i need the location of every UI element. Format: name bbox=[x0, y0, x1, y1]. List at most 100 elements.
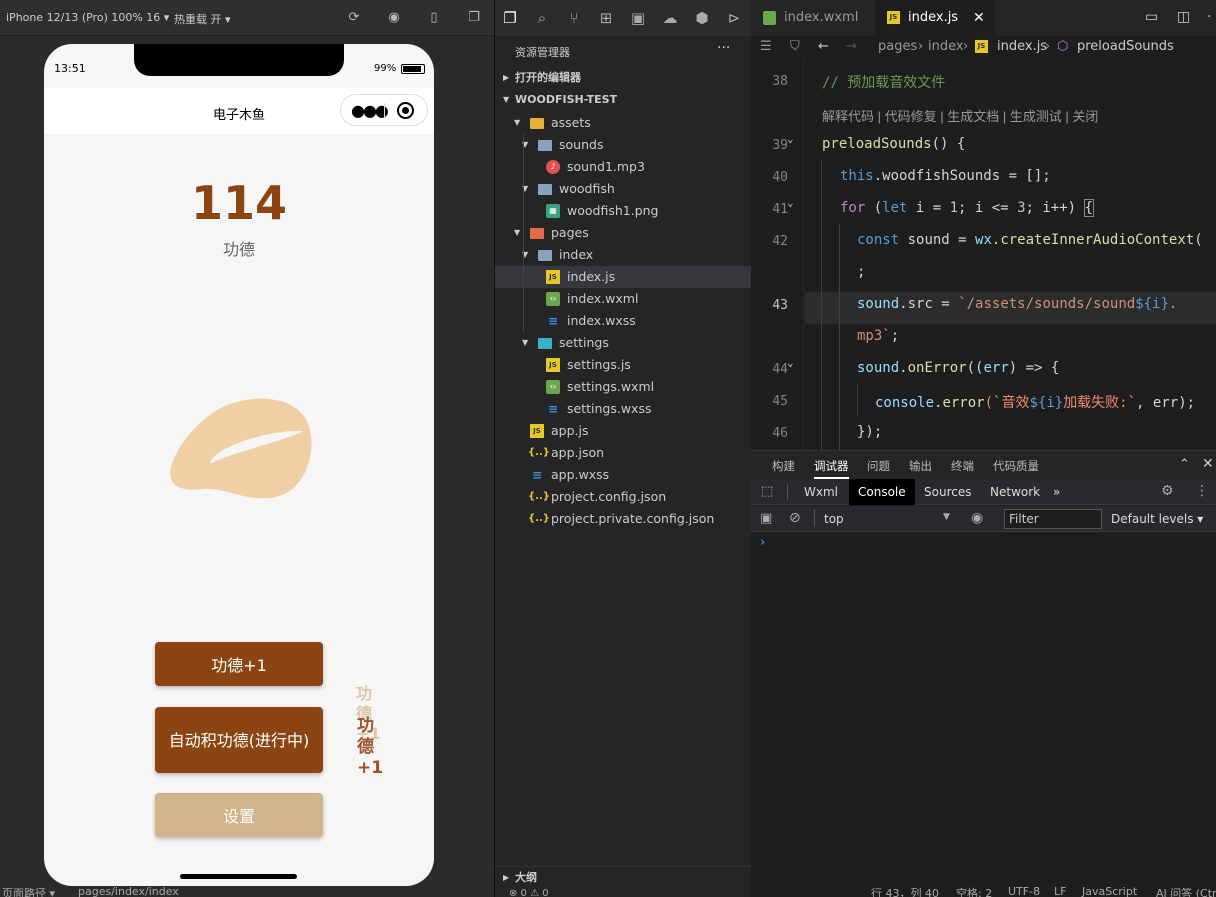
tab-index-wxml[interactable]: index.wxml bbox=[751, 0, 871, 36]
language-mode[interactable]: JavaScript bbox=[1082, 885, 1137, 897]
more-icon[interactable]: ●●● bbox=[351, 101, 389, 120]
plugin-icon[interactable]: ⬢ bbox=[693, 9, 711, 27]
clear-console-icon[interactable]: ⊘ bbox=[789, 510, 801, 526]
settings-button[interactable]: 设置 bbox=[155, 793, 323, 837]
tree-label: assets bbox=[551, 115, 591, 130]
ai-chat[interactable]: AI 问答 (Ctrl bbox=[1156, 885, 1216, 897]
tab-index-js[interactable]: JS index.js ✕ bbox=[875, 0, 995, 36]
tree-item-app-json[interactable]: {..} app.json bbox=[495, 442, 751, 464]
tree-item-project-config[interactable]: {..} project.config.json bbox=[495, 486, 751, 508]
page-path-label[interactable]: 页面路径 ▾ bbox=[2, 885, 55, 897]
tree-item-settings[interactable]: ▼ settings bbox=[495, 332, 751, 354]
window-icon[interactable]: ❐ bbox=[466, 10, 482, 26]
line-number: 45 bbox=[772, 394, 788, 409]
indentation[interactable]: 空格: 2 bbox=[956, 885, 992, 897]
tree-item-woodfish-png[interactable]: ▦ woodfish1.png bbox=[495, 200, 751, 222]
tree-item-sound1[interactable]: ♪ sound1.mp3 bbox=[495, 156, 751, 178]
tab-terminal[interactable]: 终端 bbox=[951, 458, 974, 474]
code-area[interactable]: 38 // 预加载音效文件 解释代码 | 代码修复 | 生成文档 | 生成测试 … bbox=[751, 58, 1216, 450]
tab-debugger[interactable]: 调试器 bbox=[814, 458, 849, 479]
breadcrumb-item[interactable]: index bbox=[928, 36, 964, 58]
close-panel-icon[interactable]: ✕ bbox=[1202, 456, 1214, 472]
tab-problems[interactable]: 问题 bbox=[867, 458, 890, 474]
tree-item-index-wxss[interactable]: ≡ index.wxss bbox=[495, 310, 751, 332]
hot-reload-toggle[interactable]: 热重载 开 ▾ bbox=[174, 11, 231, 27]
inspect-icon[interactable]: ⬚ bbox=[761, 484, 773, 499]
search-icon[interactable]: ⌕ bbox=[533, 9, 551, 27]
tree-item-sounds[interactable]: ▼ sounds bbox=[495, 134, 751, 156]
sidebar-toggle-icon[interactable]: ▣ bbox=[760, 511, 772, 526]
extensions-icon[interactable]: ⊞ bbox=[597, 9, 615, 27]
tree-item-settings-wxml[interactable]: ‹› settings.wxml bbox=[495, 376, 751, 398]
context-select[interactable]: top bbox=[824, 512, 844, 526]
woodfish-image[interactable] bbox=[164, 389, 314, 504]
tree-item-woodfish[interactable]: ▼ woodfish bbox=[495, 178, 751, 200]
device-select[interactable]: iPhone 12/13 (Pro) 100% 16 ▾ bbox=[6, 11, 169, 24]
chevron-up-icon[interactable]: ⌃ bbox=[1179, 457, 1190, 472]
console-filter-input[interactable]: Filter bbox=[1004, 509, 1102, 529]
capsule-menu: ●●● bbox=[340, 94, 428, 126]
docker-icon[interactable]: ☁ bbox=[661, 9, 679, 27]
line-ending[interactable]: LF bbox=[1054, 885, 1066, 897]
settings-gear-icon[interactable]: ⚙ bbox=[1161, 483, 1174, 499]
more-panels-button[interactable]: » bbox=[1047, 479, 1066, 505]
encoding[interactable]: UTF-8 bbox=[1008, 885, 1040, 897]
tree-item-index-wxml[interactable]: ‹› index.wxml bbox=[495, 288, 751, 310]
tree-item-pages[interactable]: ▼ pages bbox=[495, 222, 751, 244]
eye-icon[interactable]: ◉ bbox=[971, 510, 983, 526]
tab-code-quality[interactable]: 代码质量 bbox=[993, 458, 1039, 474]
auto-merit-button[interactable]: 自动积功德(进行中) bbox=[155, 707, 323, 773]
kebab-menu-icon[interactable]: ⋮ bbox=[1195, 483, 1209, 499]
merit-plus-button[interactable]: 功德+1 bbox=[155, 642, 323, 686]
more-actions-icon[interactable]: ··· bbox=[717, 40, 730, 56]
breadcrumb-item[interactable]: pages bbox=[878, 36, 917, 58]
fold-chevron-icon[interactable]: ⌄ bbox=[787, 196, 794, 209]
debug-icon[interactable]: ⊳ bbox=[725, 9, 743, 27]
fold-chevron-icon[interactable]: ⌄ bbox=[787, 356, 794, 369]
close-target-icon[interactable] bbox=[397, 102, 414, 119]
tab-output[interactable]: 输出 bbox=[909, 458, 932, 474]
more-icon[interactable]: · bbox=[1207, 9, 1211, 25]
tab-network[interactable]: Network bbox=[981, 479, 1049, 505]
tree-item-app-js[interactable]: JS app.js bbox=[495, 420, 751, 442]
fold-chevron-icon[interactable]: ⌄ bbox=[787, 132, 794, 145]
refresh-icon[interactable]: ⟳ bbox=[346, 10, 362, 26]
close-icon[interactable]: ✕ bbox=[973, 0, 985, 36]
cursor-position[interactable]: 行 43，列 40 bbox=[871, 885, 939, 897]
stop-icon[interactable]: ◉ bbox=[386, 10, 402, 26]
tree-item-app-wxss[interactable]: ≡ app.wxss bbox=[495, 464, 751, 486]
tree-item-index[interactable]: ▼ index bbox=[495, 244, 751, 266]
line-number: 43 bbox=[772, 298, 788, 313]
tree-item-settings-wxss[interactable]: ≡ settings.wxss bbox=[495, 398, 751, 420]
tree-item-index-js[interactable]: JS index.js bbox=[495, 266, 751, 288]
open-editors-section[interactable]: ▶ 打开的编辑器 bbox=[495, 67, 751, 89]
codelens-actions[interactable]: 解释代码 | 代码修复 | 生成文档 | 生成测试 | 关闭 bbox=[822, 106, 1098, 125]
console-prompt[interactable]: › bbox=[760, 535, 765, 550]
list-icon[interactable]: ☰ bbox=[760, 36, 772, 58]
split-editor-icon[interactable]: ◫ bbox=[1177, 9, 1190, 25]
phone-screen: 13:51 99% 电子木鱼 ●●● 114 功德 功德+1 自动积功德(进行中… bbox=[44, 44, 434, 886]
forward-icon[interactable]: → bbox=[846, 36, 857, 58]
bookmark-icon[interactable]: ⛉ bbox=[790, 36, 800, 58]
tree-item-project-private-config[interactable]: {..} project.private.config.json bbox=[495, 508, 751, 530]
problems-count: ⊗ 0 ⚠ 0 bbox=[509, 888, 549, 897]
save-icon[interactable]: ▣ bbox=[629, 9, 647, 27]
breadcrumb-item[interactable]: preloadSounds bbox=[1077, 36, 1174, 58]
project-section[interactable]: ▼ WOODFISH-TEST bbox=[495, 89, 751, 111]
outline-section[interactable]: ▶ 大纲 bbox=[495, 866, 751, 888]
chat-icon[interactable]: ▭ bbox=[1145, 9, 1158, 25]
breadcrumb-item[interactable]: index.js bbox=[997, 36, 1047, 58]
source-control-icon[interactable]: ⑂ bbox=[565, 9, 583, 27]
phone-icon[interactable]: ▯ bbox=[426, 10, 442, 26]
tab-sources[interactable]: Sources bbox=[915, 479, 980, 505]
tree-item-settings-js[interactable]: JS settings.js bbox=[495, 354, 751, 376]
tree-item-assets[interactable]: ▼ assets bbox=[495, 112, 751, 134]
problems-status[interactable]: ⊗ 0 ⚠ 0 bbox=[495, 888, 751, 897]
log-levels-select[interactable]: Default levels ▾ bbox=[1111, 512, 1203, 526]
tab-wxml[interactable]: Wxml bbox=[795, 479, 847, 505]
tab-build[interactable]: 构建 bbox=[772, 458, 795, 474]
code-line-38: // 预加载音效文件 bbox=[822, 75, 946, 91]
tab-console[interactable]: Console bbox=[849, 479, 915, 505]
back-icon[interactable]: ← bbox=[818, 36, 829, 58]
files-icon[interactable]: ❐ bbox=[501, 9, 519, 27]
